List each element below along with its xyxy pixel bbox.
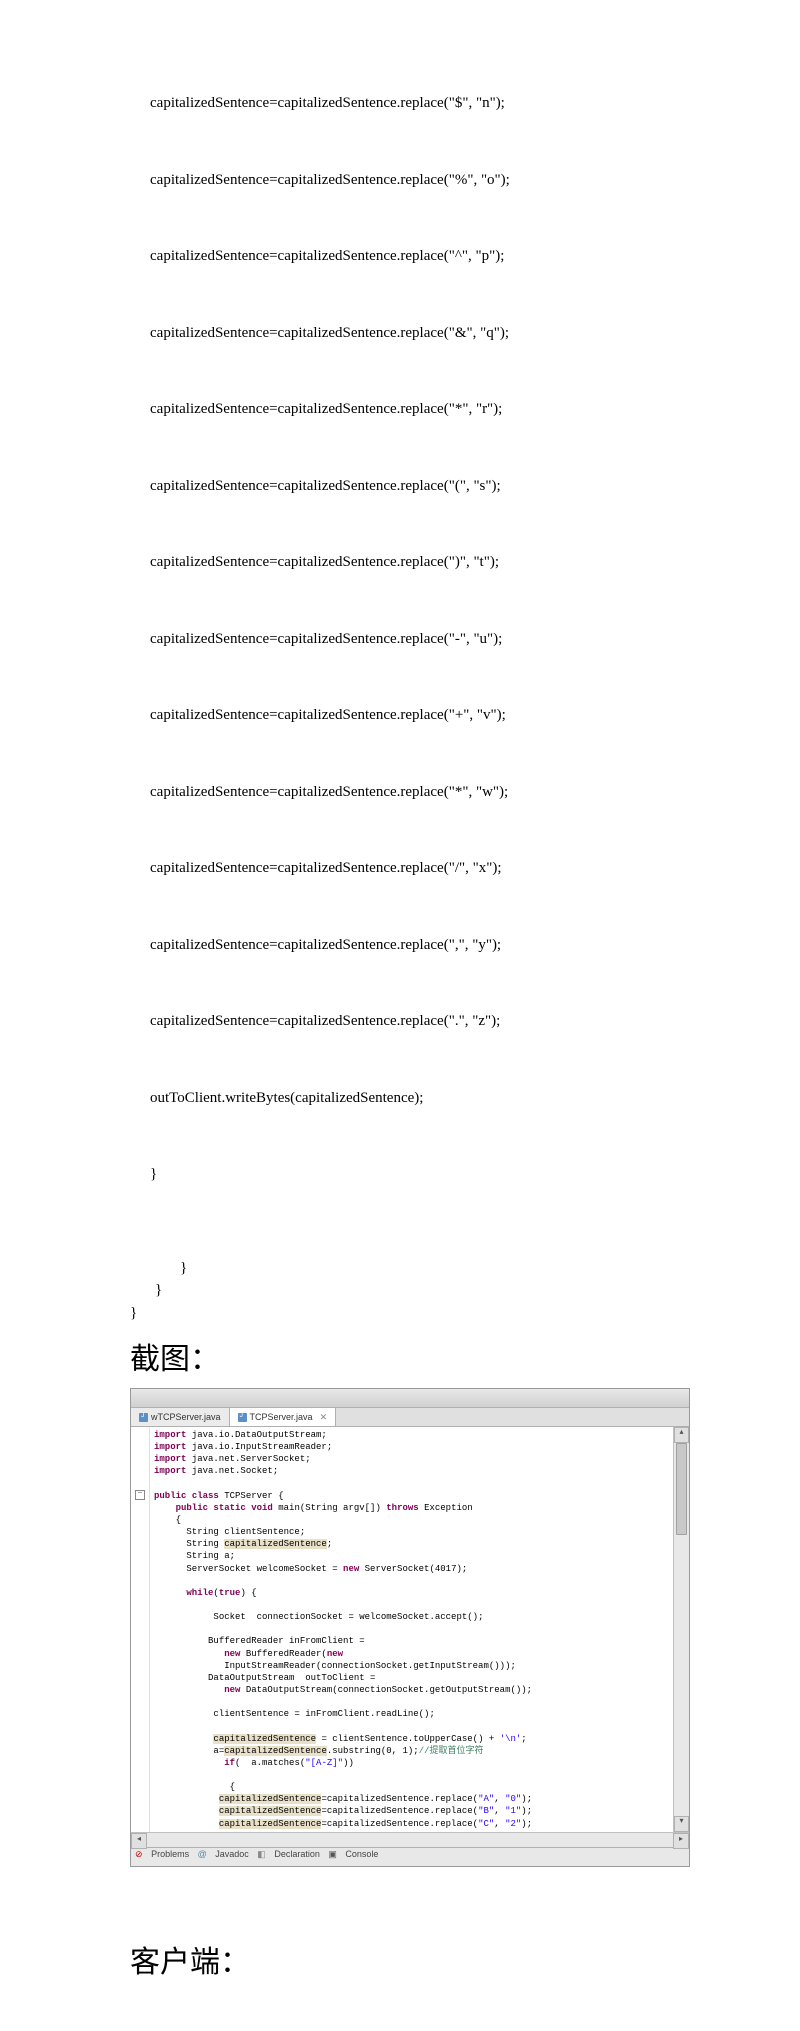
- vertical-scrollbar[interactable]: ▴ ▾: [673, 1427, 689, 1832]
- heading-client: 客户端：: [130, 1937, 800, 1981]
- code-editor[interactable]: − import java.io.DataOutputStream; impor…: [131, 1427, 689, 1832]
- code-line: capitalizedSentence=capitalizedSentence.…: [150, 1009, 800, 1035]
- fold-icon[interactable]: −: [135, 1490, 145, 1500]
- declaration-view-icon: ◧: [257, 1849, 266, 1859]
- code-snippet-top: capitalizedSentence=capitalizedSentence.…: [150, 40, 800, 1239]
- tab-close-icon[interactable]: ✕: [320, 1412, 328, 1423]
- tab-console[interactable]: Console: [339, 1849, 384, 1859]
- code-line: capitalizedSentence=capitalizedSentence.…: [150, 321, 800, 347]
- code-line: capitalizedSentence=capitalizedSentence.…: [150, 627, 800, 653]
- code-line: capitalizedSentence=capitalizedSentence.…: [150, 244, 800, 270]
- code-line: capitalizedSentence=capitalizedSentence.…: [150, 780, 800, 806]
- scroll-thumb[interactable]: [676, 1443, 687, 1535]
- code-line: capitalizedSentence=capitalizedSentence.…: [150, 933, 800, 959]
- code-line: capitalizedSentence=capitalizedSentence.…: [150, 703, 800, 729]
- code-line: capitalizedSentence=capitalizedSentence.…: [150, 474, 800, 500]
- java-file-icon: [238, 1413, 247, 1422]
- horizontal-scrollbar[interactable]: ◂ ▸: [131, 1832, 689, 1847]
- editor-tab-inactive[interactable]: wTCPServer.java: [131, 1408, 230, 1426]
- ide-screenshot: wTCPServer.java TCPServer.java ✕ − impor…: [130, 1388, 690, 1867]
- closing-braces: } } }: [130, 1257, 800, 1325]
- ide-toolbar: [131, 1389, 689, 1408]
- ide-bottom-panel-tabs: ⊘ Problems @ Javadoc ◧ Declaration ▣ Con…: [131, 1847, 689, 1866]
- code-line: capitalizedSentence=capitalizedSentence.…: [150, 397, 800, 423]
- tab-problems[interactable]: Problems: [145, 1849, 195, 1859]
- console-view-icon: ▣: [328, 1849, 337, 1859]
- editor-tabs: wTCPServer.java TCPServer.java ✕: [131, 1408, 689, 1427]
- code-line: capitalizedSentence=capitalizedSentence.…: [150, 856, 800, 882]
- tab-label: wTCPServer.java: [151, 1412, 221, 1422]
- code-content[interactable]: import java.io.DataOutputStream; import …: [150, 1427, 673, 1832]
- code-line: capitalizedSentence=capitalizedSentence.…: [150, 91, 800, 117]
- scroll-down-icon[interactable]: ▾: [674, 1816, 689, 1832]
- javadoc-view-icon: @: [198, 1849, 207, 1859]
- problems-view-icon: ⊘: [135, 1849, 143, 1859]
- brace: }: [180, 1257, 800, 1280]
- brace: }: [155, 1279, 800, 1302]
- java-file-icon: [139, 1413, 148, 1422]
- tab-javadoc[interactable]: Javadoc: [209, 1849, 255, 1859]
- tab-declaration[interactable]: Declaration: [268, 1849, 326, 1859]
- heading-screenshot: 截图：: [130, 1334, 800, 1378]
- editor-tab-active[interactable]: TCPServer.java ✕: [230, 1408, 337, 1426]
- code-line: capitalizedSentence=capitalizedSentence.…: [150, 168, 800, 194]
- code-line: outToClient.writeBytes(capitalizedSenten…: [150, 1086, 800, 1112]
- code-line: capitalizedSentence=capitalizedSentence.…: [150, 550, 800, 576]
- tab-label: TCPServer.java: [250, 1412, 313, 1422]
- brace: }: [130, 1302, 800, 1325]
- editor-gutter: −: [131, 1427, 150, 1832]
- scroll-up-icon[interactable]: ▴: [674, 1427, 689, 1443]
- scroll-left-icon[interactable]: ◂: [131, 1833, 147, 1849]
- code-line: }: [150, 1162, 800, 1188]
- scroll-right-icon[interactable]: ▸: [673, 1833, 689, 1849]
